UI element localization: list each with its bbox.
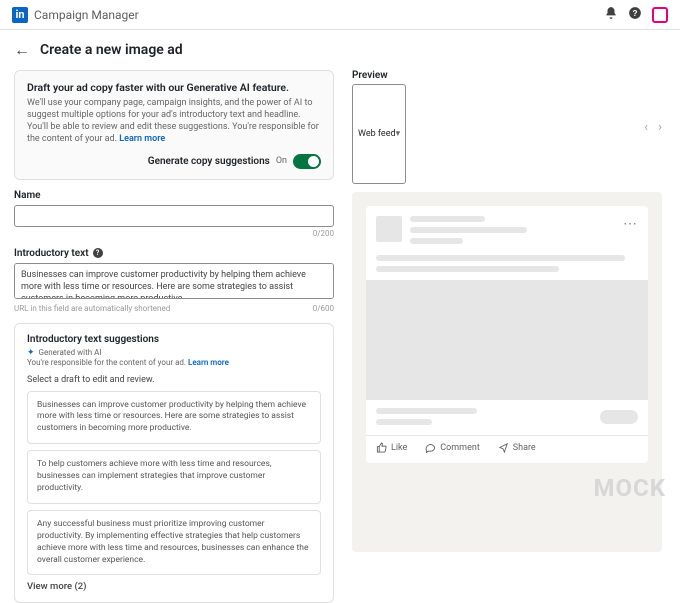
comment-button[interactable]: Comment	[425, 442, 479, 453]
suggestions-learn-more-link[interactable]: Learn more	[188, 358, 229, 367]
suggestion-card[interactable]: Businesses can improve customer producti…	[27, 391, 321, 445]
svg-text:?: ?	[633, 9, 638, 18]
product-name: Campaign Manager	[34, 8, 139, 22]
view-more-button[interactable]: View more (2)	[27, 581, 321, 592]
suggestions-panel: Introductory text suggestions ✦ Generate…	[14, 323, 334, 603]
page-title: Create a new image ad	[40, 42, 183, 58]
watermark: MOCK	[593, 474, 666, 502]
avatar-skeleton	[376, 216, 402, 242]
chevron-down-icon: ▾	[396, 129, 401, 139]
toggle-label: Generate copy suggestions	[148, 156, 270, 167]
banner-body: We'll use your company page, campaign in…	[27, 97, 321, 146]
toggle-state: On	[276, 156, 287, 166]
ai-sparkle-icon: ✦	[27, 348, 35, 358]
banner-title: Draft your ad copy faster with our Gener…	[27, 81, 321, 94]
image-skeleton	[366, 280, 648, 400]
back-arrow-icon[interactable]: ←	[14, 40, 30, 60]
suggestions-help: Select a draft to edit and review.	[27, 375, 321, 385]
more-icon[interactable]: ⋯	[623, 216, 638, 232]
info-icon[interactable]: ?	[93, 248, 103, 258]
preview-select[interactable]: Web feed ▾	[352, 84, 406, 184]
name-input[interactable]	[14, 205, 334, 227]
intro-label: Introductory text	[14, 248, 89, 259]
intro-helper: URL in this field are automatically shor…	[14, 304, 170, 313]
suggestions-title: Introductory text suggestions	[27, 334, 321, 345]
intro-text-input[interactable]	[14, 263, 334, 299]
banner-learn-more-link[interactable]: Learn more	[119, 134, 165, 144]
share-button[interactable]: Share	[498, 442, 536, 453]
suggestion-card[interactable]: Any successful business must prioritize …	[27, 510, 321, 576]
app-switcher-icon[interactable]	[652, 7, 668, 23]
bell-icon[interactable]	[604, 6, 618, 23]
help-icon[interactable]: ?	[628, 6, 642, 23]
suggestion-card[interactable]: To help customers achieve more with less…	[27, 450, 321, 504]
next-arrow-icon[interactable]: ›	[658, 120, 662, 135]
cta-skeleton	[600, 410, 638, 424]
linkedin-logo: in	[12, 7, 28, 23]
ai-banner: Draft your ad copy faster with our Gener…	[14, 70, 334, 180]
intro-counter: 0/600	[313, 304, 334, 313]
suggestions-meta-body: You're responsible for the content of yo…	[27, 358, 186, 367]
generate-copy-toggle[interactable]	[293, 154, 321, 169]
like-button[interactable]: Like	[376, 442, 407, 453]
name-label: Name	[14, 190, 334, 201]
suggestions-meta-prefix: Generated with AI	[39, 348, 102, 357]
name-counter: 0/200	[14, 229, 334, 238]
preview-label: Preview	[352, 70, 406, 81]
prev-arrow-icon[interactable]: ‹	[644, 120, 648, 135]
ad-preview-card: ⋯ Like	[366, 206, 648, 463]
